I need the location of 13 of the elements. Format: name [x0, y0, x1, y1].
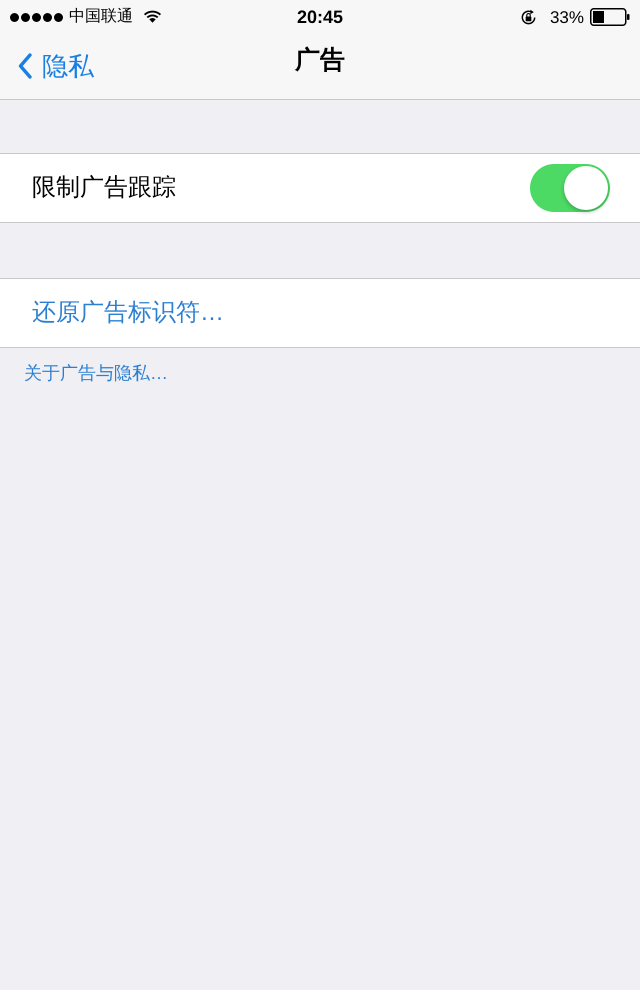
back-button[interactable]: 隐私: [18, 52, 94, 78]
toggle-switch[interactable]: [530, 164, 610, 212]
chevron-left-icon: [18, 52, 32, 78]
carrier-name: 中国联通: [69, 9, 133, 25]
reset-button[interactable]: 还原广告标识符…: [32, 301, 224, 325]
clock-time: 20:45: [296, 8, 344, 26]
battery-percentage: 33%: [550, 8, 584, 26]
setting-label: 限制广告跟踪: [32, 176, 176, 200]
wifi-icon: [143, 10, 162, 24]
rotation-lock-icon: [518, 8, 538, 26]
battery-icon: [590, 8, 630, 26]
page-title: 广告: [295, 48, 345, 73]
privacy-link[interactable]: 关于广告与隐私…: [24, 363, 168, 383]
